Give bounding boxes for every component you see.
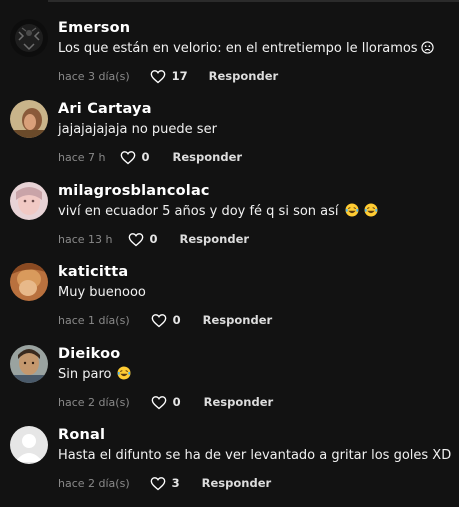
comment-text-content: jajajajajaja no puede ser: [58, 122, 217, 137]
reply-button[interactable]: Responder: [180, 232, 250, 246]
tears-of-joy-emoji-icon: [345, 203, 359, 217]
tears-of-joy-emoji-icon: [117, 366, 131, 380]
comment-item: Ronal Hasta el difunto se ha de ver leva…: [0, 426, 459, 506]
heart-outline-icon: [128, 232, 143, 246]
heart-outline-icon: [150, 476, 165, 490]
comment-meta: hace 7 h 0 Responder: [58, 148, 242, 166]
like-count: 0: [141, 150, 150, 164]
comment-text-content: viví en ecuador 5 años y doy fé q si son…: [58, 204, 339, 219]
comment-item: Emerson Los que están en velorio: en el …: [0, 19, 459, 99]
like-button[interactable]: 17: [150, 69, 188, 84]
reply-button[interactable]: Responder: [202, 476, 272, 490]
comment-username[interactable]: milagrosblancolac: [58, 182, 210, 200]
comment-text: Muy buenooo: [58, 284, 146, 302]
sad-face-emoji-icon: [420, 41, 434, 54]
like-count: 0: [172, 395, 181, 409]
comment-item: Ari Cartaya jajajajajaja no puede ser ha…: [0, 100, 459, 180]
comment-username[interactable]: Ari Cartaya: [58, 100, 152, 118]
comment-text: viví en ecuador 5 años y doy fé q si son…: [58, 203, 378, 221]
comment-meta: hace 2 día(s) 3 Responder: [58, 474, 271, 492]
like-button[interactable]: 0: [120, 150, 150, 165]
avatar[interactable]: [10, 345, 48, 383]
comment-timestamp: hace 7 h: [58, 150, 106, 164]
comment-text-content: Muy buenooo: [58, 285, 146, 300]
comment-text: Hasta el difunto se ha de ver levantado …: [58, 447, 451, 465]
comment-text: jajajajajaja no puede ser: [58, 121, 217, 139]
avatar[interactable]: [10, 19, 48, 57]
like-button[interactable]: 0: [128, 232, 158, 247]
comment-meta: hace 1 día(s) 0 Responder: [58, 311, 272, 329]
heart-outline-icon: [120, 150, 135, 164]
reply-button[interactable]: Responder: [209, 69, 279, 83]
avatar[interactable]: [10, 263, 48, 301]
comment-timestamp: hace 2 día(s): [58, 395, 130, 409]
comment-username[interactable]: Ronal: [58, 426, 105, 444]
like-count: 3: [171, 476, 180, 490]
heart-outline-icon: [151, 395, 166, 409]
like-button[interactable]: 0: [151, 313, 181, 328]
comment-text-content: Sin paro: [58, 367, 112, 382]
comment-timestamp: hace 13 h: [58, 232, 113, 246]
comment-username[interactable]: Emerson: [58, 19, 130, 37]
reply-button[interactable]: Responder: [203, 313, 273, 327]
heart-outline-icon: [150, 69, 165, 83]
comment-meta: hace 3 día(s) 17 Responder: [58, 67, 278, 85]
like-button[interactable]: 3: [150, 476, 180, 491]
like-count: 0: [172, 313, 181, 327]
comment-timestamp: hace 2 día(s): [58, 476, 130, 490]
avatar[interactable]: [10, 100, 48, 138]
avatar[interactable]: [10, 182, 48, 220]
comment-timestamp: hace 1 día(s): [58, 313, 130, 327]
avatar[interactable]: [10, 426, 48, 464]
heart-outline-icon: [151, 313, 166, 327]
top-divider: [48, 0, 459, 2]
comment-text-content: Hasta el difunto se ha de ver levantado …: [58, 448, 452, 463]
comment-item: katicitta Muy buenooo hace 1 día(s) 0 Re…: [0, 263, 459, 343]
like-button[interactable]: 0: [151, 395, 181, 410]
like-count: 0: [149, 232, 158, 246]
comment-text: Sin paro: [58, 366, 131, 384]
comment-timestamp: hace 3 día(s): [58, 69, 130, 83]
comment-item: milagrosblancolac viví en ecuador 5 años…: [0, 182, 459, 262]
comment-username[interactable]: Dieikoo: [58, 345, 120, 363]
reply-button[interactable]: Responder: [204, 395, 274, 409]
comment-text: Los que están en velorio: en el entretie…: [58, 40, 434, 58]
comment-meta: hace 2 día(s) 0 Responder: [58, 393, 273, 411]
like-count: 17: [171, 69, 188, 83]
comment-username[interactable]: katicitta: [58, 263, 128, 281]
reply-button[interactable]: Responder: [173, 150, 243, 164]
comment-meta: hace 13 h 0 Responder: [58, 230, 249, 248]
comment-item: Dieikoo Sin paro hace 2 día(s) 0 Respond…: [0, 345, 459, 425]
tears-of-joy-emoji-icon: [364, 203, 378, 217]
comment-text-content: Los que están en velorio: en el entretie…: [58, 41, 418, 56]
